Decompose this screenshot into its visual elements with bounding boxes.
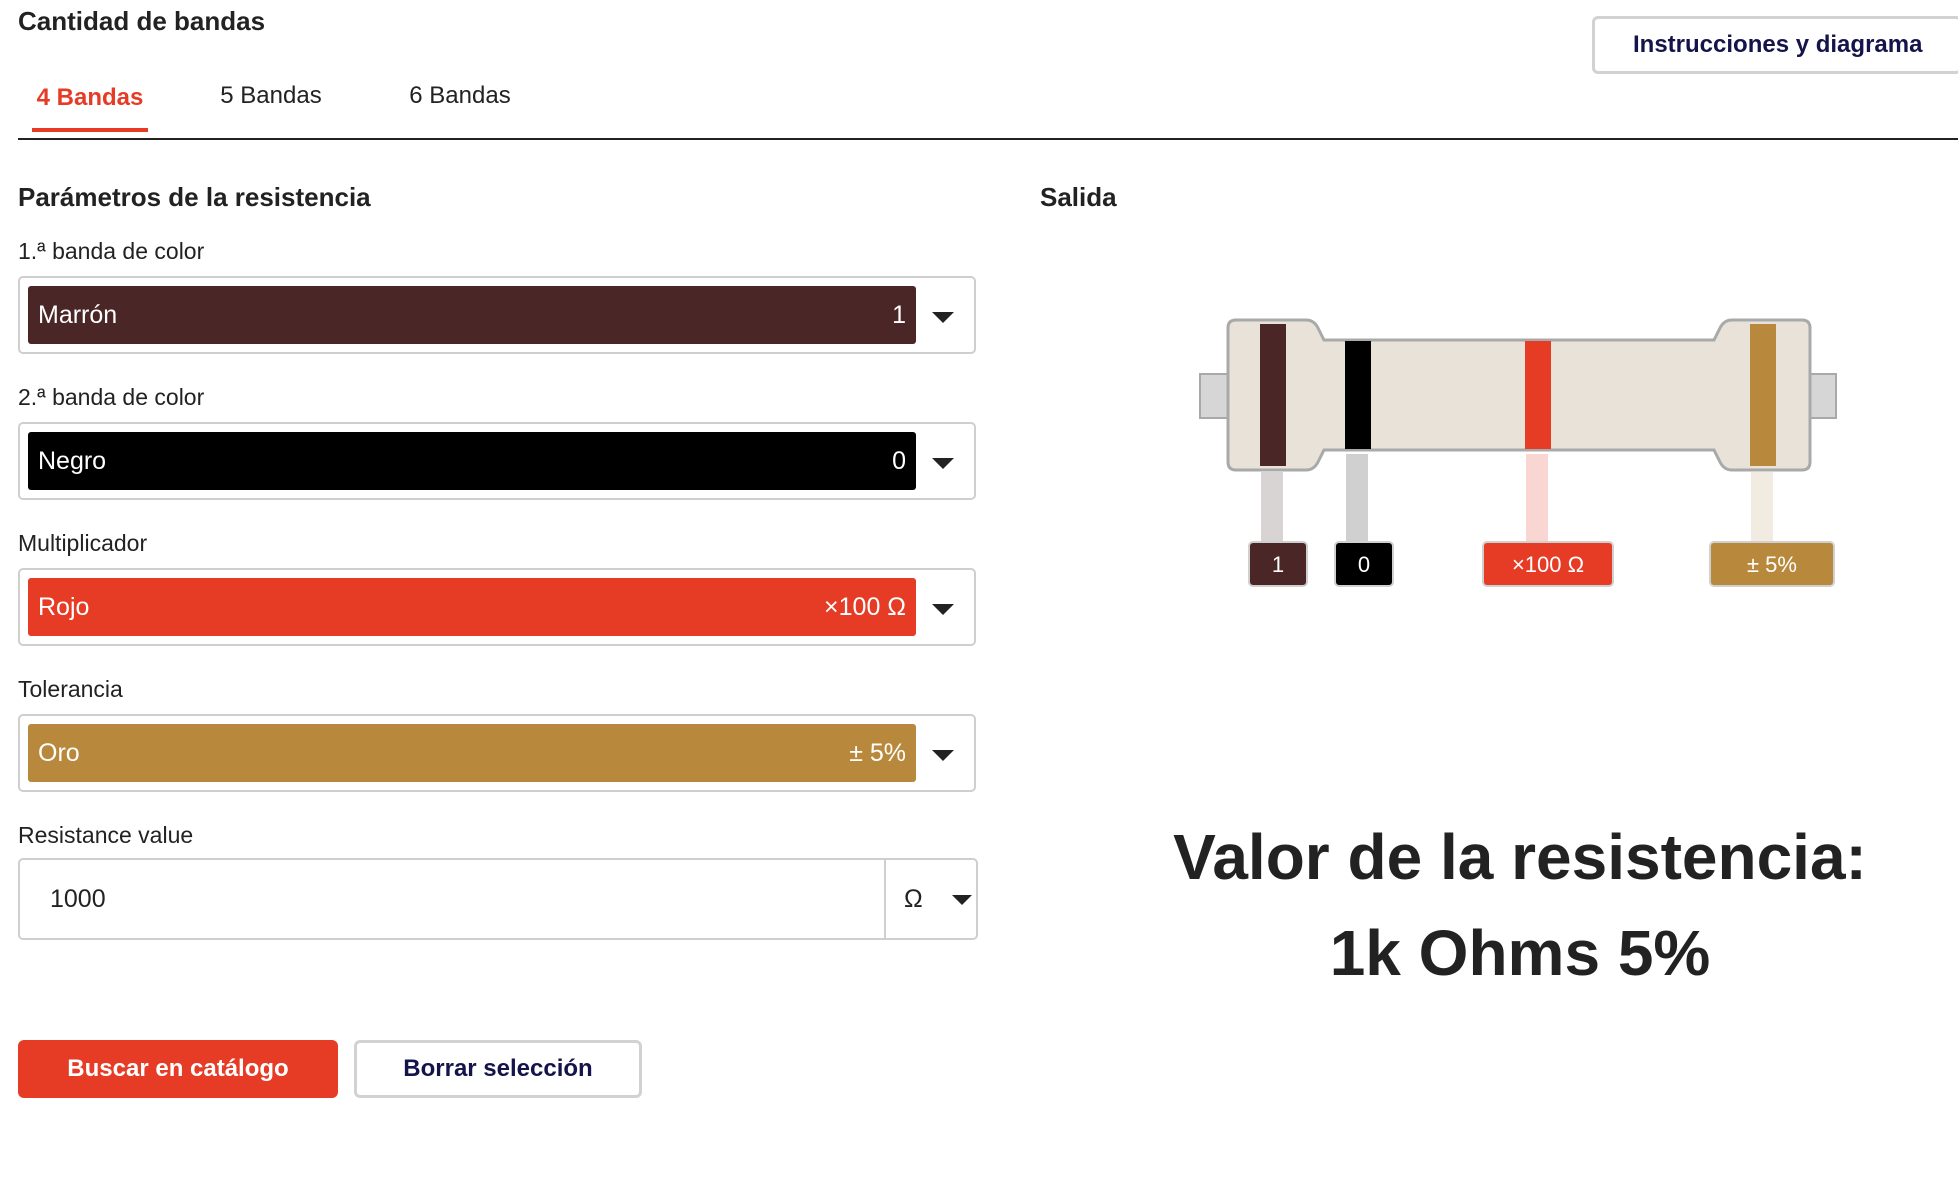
- tab-6-bands[interactable]: 6 Bandas: [404, 70, 516, 126]
- band2-label: 2.ª banda de color: [18, 384, 205, 410]
- band2-tag-text: 0: [1358, 552, 1370, 577]
- chevron-down-icon: [932, 750, 954, 761]
- resistor-body: [1226, 318, 1812, 472]
- resistance-value-field: 1000 Ω: [18, 858, 978, 940]
- multiplier-select[interactable]: Rojo ×100 Ω: [18, 568, 976, 646]
- band2-color-name: Negro: [38, 447, 107, 475]
- multiplier-value: ×100 Ω: [824, 593, 906, 621]
- tab-5-bands[interactable]: 5 Bandas: [216, 70, 326, 126]
- tab-4-bands[interactable]: 4 Bandas: [32, 72, 148, 132]
- chevron-down-icon: [932, 312, 954, 323]
- result-value: 1k Ohms 5%: [1329, 917, 1711, 989]
- resistor-lead-left: [1199, 373, 1231, 419]
- multiplier-color-name: Rojo: [38, 593, 90, 621]
- multiplier-color-swatch: Rojo ×100 Ω: [28, 578, 916, 636]
- tolerance-connector: [1751, 472, 1773, 550]
- multiplier-connector: [1526, 454, 1548, 550]
- band2-stripe: [1345, 341, 1371, 449]
- band1-select[interactable]: Marrón 1: [18, 276, 976, 354]
- band1-connector: [1261, 472, 1283, 550]
- band2-select[interactable]: Negro 0: [18, 422, 976, 500]
- tolerance-color-swatch: Oro ± 5%: [28, 724, 916, 782]
- result-label: Valor de la resistencia:: [1173, 821, 1867, 893]
- band1-color-swatch: Marrón 1: [28, 286, 916, 344]
- resistor-diagram: 1 0 ×100 Ω ± 5%: [1199, 318, 1837, 587]
- band-count-tabs: 4 Bandas 5 Bandas 6 Bandas: [18, 62, 1958, 140]
- resistance-value-input[interactable]: 1000: [50, 860, 106, 938]
- tolerance-label: Tolerancia: [18, 676, 123, 702]
- input-divider: [884, 860, 886, 938]
- multiplier-label: Multiplicador: [18, 530, 148, 556]
- chevron-down-icon: [952, 895, 972, 905]
- band1-color-name: Marrón: [38, 301, 118, 329]
- band1-label: 1.ª banda de color: [18, 238, 205, 264]
- unit-select[interactable]: Ω: [904, 860, 923, 938]
- band2-connector: [1346, 454, 1368, 550]
- tolerance-tag-text: ± 5%: [1747, 552, 1797, 577]
- band2-tag: 0: [1334, 541, 1394, 587]
- chevron-down-icon: [932, 458, 954, 469]
- multiplier-tag-text: ×100 Ω: [1512, 552, 1584, 577]
- output-title: Salida: [1040, 182, 1117, 212]
- search-catalog-button[interactable]: Buscar en catálogo: [18, 1040, 338, 1098]
- multiplier-stripe: [1525, 341, 1551, 449]
- parameters-title: Parámetros de la resistencia: [18, 182, 371, 212]
- chevron-down-icon: [932, 604, 954, 615]
- tolerance-stripe: [1750, 324, 1776, 466]
- clear-selection-button[interactable]: Borrar selección: [354, 1040, 642, 1098]
- resistance-value-label: Resistance value: [18, 822, 194, 848]
- band1-value: 1: [892, 301, 906, 329]
- tolerance-color-name: Oro: [38, 739, 80, 767]
- multiplier-tag: ×100 Ω: [1482, 541, 1614, 587]
- tolerance-value: ± 5%: [849, 739, 906, 767]
- band2-color-swatch: Negro 0: [28, 432, 916, 490]
- band2-value: 0: [892, 447, 906, 475]
- tolerance-select[interactable]: Oro ± 5%: [18, 714, 976, 792]
- tolerance-tag: ± 5%: [1709, 541, 1835, 587]
- band1-tag-text: 1: [1272, 552, 1284, 577]
- band1-tag: 1: [1248, 541, 1308, 587]
- band1-stripe: [1260, 324, 1286, 466]
- band-count-title: Cantidad de bandas: [18, 6, 266, 36]
